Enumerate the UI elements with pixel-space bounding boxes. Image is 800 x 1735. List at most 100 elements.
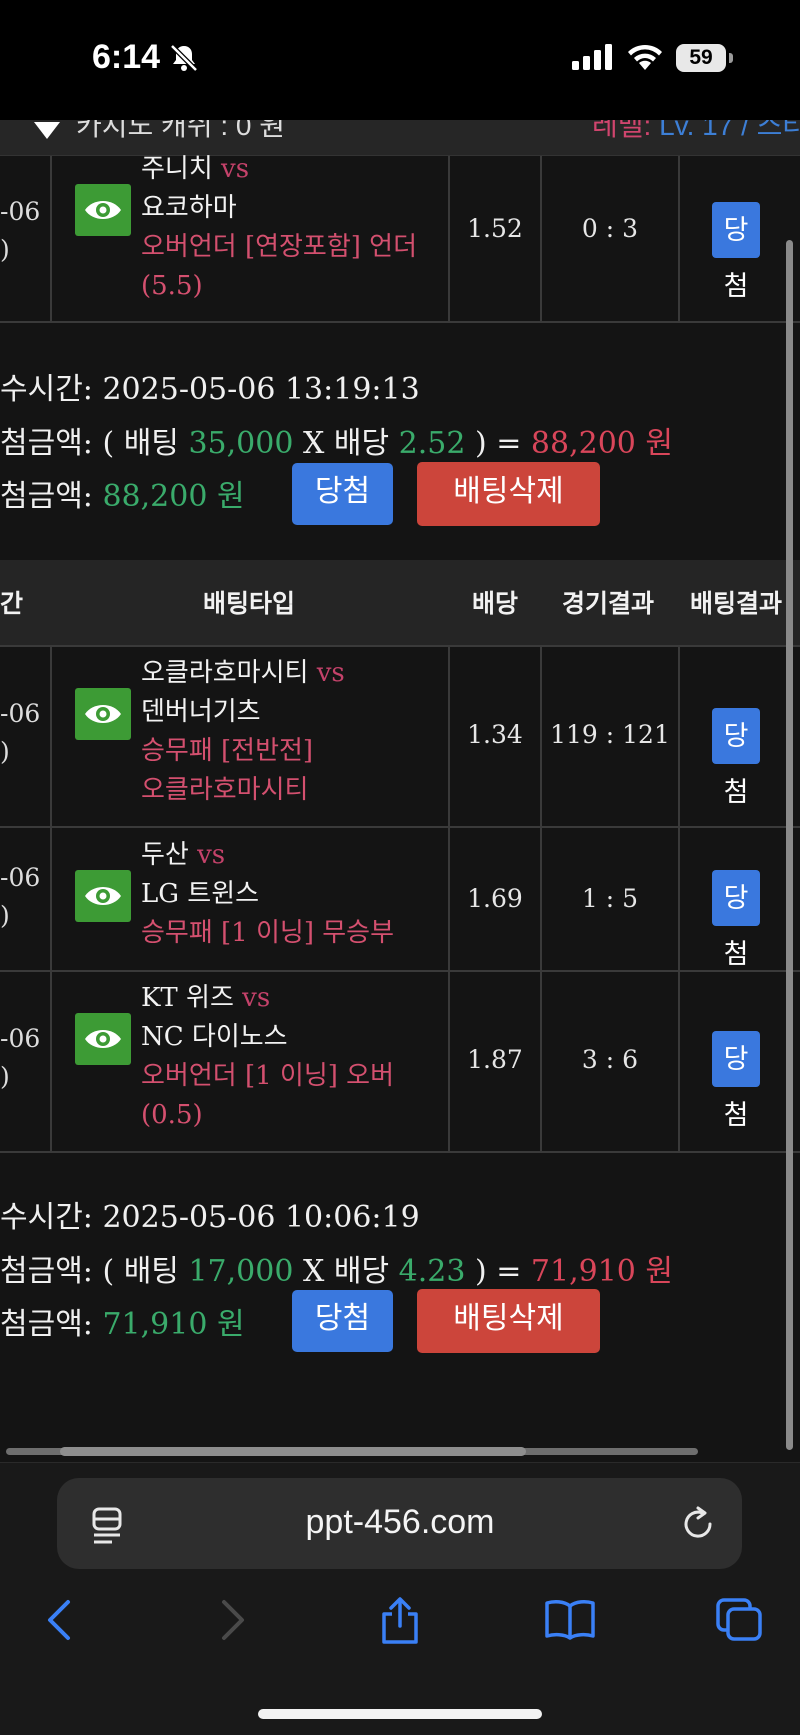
- bet-date-fragment: ): [0, 901, 10, 930]
- eye-icon[interactable]: [75, 870, 131, 922]
- home-team: 두산: [141, 840, 189, 870]
- home-team: KT 위즈: [141, 983, 234, 1013]
- battery-indicator: 59: [676, 44, 726, 72]
- bet-row: -06 ) 두산 vs LG 트윈스 승무패 [1 이닝] 무승부 1.69 1…: [0, 828, 800, 972]
- tabs-icon[interactable]: [714, 1596, 764, 1642]
- odds-value: 1.69: [467, 884, 523, 913]
- delete-bet-button[interactable]: 배팅삭제: [417, 462, 600, 526]
- delete-bet-button[interactable]: 배팅삭제: [417, 1289, 600, 1353]
- payout-amount: 71,910 원: [102, 1307, 245, 1342]
- calc-close: ) =: [474, 426, 522, 461]
- vs-label: vs: [316, 658, 345, 688]
- bet-type-detail: 오클라호마시티: [141, 775, 309, 805]
- bet-summary: 수시간: 2025-05-06 13:19:13 첨금액: ( 배팅 35,00…: [0, 322, 800, 560]
- calc-open: ( 배팅: [102, 426, 179, 461]
- stake-amount: 17,000: [188, 1254, 294, 1289]
- bet-type-detail: (0.5): [141, 1100, 203, 1130]
- eye-icon[interactable]: [75, 688, 131, 740]
- bet-time-label: 수시간:: [0, 372, 93, 407]
- away-team: 덴버너기츠: [141, 697, 261, 727]
- status-bar: 6:14 59: [0, 0, 800, 120]
- bet-date-fragment: ): [0, 235, 10, 264]
- match-score: 119 : 121: [550, 720, 670, 749]
- calc-mid: X 배당: [303, 426, 390, 461]
- payout-line: 첨금액: 71,910 원: [0, 1299, 245, 1343]
- odds-value: 1.52: [467, 214, 523, 243]
- vertical-scrollbar[interactable]: [786, 240, 793, 1450]
- cellular-signal-icon: [572, 44, 612, 70]
- bet-type: 승무패 [1 이닝] 무승부: [141, 918, 394, 948]
- bookmarks-icon[interactable]: [544, 1596, 596, 1642]
- win-button[interactable]: 당첨: [292, 1290, 393, 1352]
- home-indicator[interactable]: [258, 1709, 542, 1719]
- vs-label: vs: [197, 840, 226, 870]
- col-bet-type: 배팅타입: [203, 590, 296, 618]
- bet-date-fragment: -06: [0, 1024, 41, 1053]
- match-info: 오클라호마시티 vs 덴버너기츠 승무패 [전반전] 오클라호마시티: [141, 654, 345, 810]
- calc-label: 첨금액:: [0, 1254, 93, 1289]
- away-team: 요코하마: [141, 193, 237, 223]
- reload-icon[interactable]: [680, 1506, 716, 1542]
- casino-cash-text: 카지노 캐쉬 : 0 원: [76, 120, 286, 141]
- win-button[interactable]: 당첨: [292, 463, 393, 525]
- payout-amount: 88,200 원: [102, 479, 245, 514]
- bell-muted-icon: [170, 44, 198, 72]
- bet-date-fragment: -06: [0, 863, 41, 892]
- eye-icon[interactable]: [75, 1013, 131, 1065]
- status-time: 6:14: [92, 38, 161, 76]
- odds-value: 1.87: [467, 1045, 523, 1074]
- home-team: 오클라호마시티: [141, 658, 309, 688]
- vs-label: vs: [242, 983, 271, 1013]
- bet-row: -06 ) 주니치 vs 요코하마 오버언더 [연장포함] 언더 (5.5) 1…: [0, 154, 800, 323]
- bet-result-badge: 당첨: [712, 202, 760, 301]
- bet-result-badge: 당첨: [712, 708, 760, 807]
- bet-date-fragment: ): [0, 737, 10, 766]
- col-bet-result: 배팅결과: [690, 590, 783, 618]
- bet-type: 오버언더 [연장포함] 언더: [141, 232, 418, 262]
- bet-date-fragment: ): [0, 1062, 10, 1091]
- bet-type: 오버언더 [1 이닝] 오버: [141, 1061, 394, 1091]
- expected-amount: 71,910 원: [530, 1254, 674, 1289]
- bet-type: 승무패 [전반전]: [141, 736, 314, 766]
- match-info: 주니치 vs 요코하마 오버언더 [연장포함] 언더 (5.5): [141, 150, 417, 306]
- bet-result-badge: 당첨: [712, 870, 760, 969]
- back-icon[interactable]: [42, 1596, 78, 1644]
- calc-mid: X 배당: [303, 1254, 390, 1289]
- bet-time-line: 수시간: 2025-05-06 10:06:19: [0, 1192, 420, 1236]
- level-label: 레벨:: [592, 120, 652, 141]
- payout-line: 첨금액: 88,200 원: [0, 471, 245, 515]
- bet-result-badge: 당첨: [712, 1031, 760, 1130]
- col-match-result: 경기결과: [562, 590, 655, 618]
- share-icon[interactable]: [376, 1596, 424, 1646]
- bet-time-line: 수시간: 2025-05-06 13:19:13: [0, 364, 420, 408]
- match-score: 0 : 3: [581, 214, 639, 243]
- total-odds: 2.52: [398, 426, 466, 461]
- away-team: NC 다이노스: [141, 1022, 288, 1052]
- col-time: 간: [0, 590, 24, 618]
- battery-tip: [729, 53, 733, 63]
- match-info: KT 위즈 vs NC 다이노스 오버언더 [1 이닝] 오버 (0.5): [141, 979, 394, 1135]
- match-score: 1 : 5: [581, 884, 639, 913]
- match-score: 3 : 6: [581, 1045, 639, 1074]
- away-team: LG 트윈스: [141, 879, 260, 909]
- eye-icon[interactable]: [75, 184, 131, 236]
- calc-close: ) =: [474, 1254, 522, 1289]
- bet-summary: 수시간: 2025-05-06 10:06:19 첨금액: ( 배팅 17,00…: [0, 1150, 800, 1390]
- dropdown-triangle-icon[interactable]: [34, 122, 60, 139]
- stake-amount: 35,000: [188, 426, 294, 461]
- payout-label: 첨금액:: [0, 479, 93, 514]
- bet-row: -06 ) KT 위즈 vs NC 다이노스 오버언더 [1 이닝] 오버 (0…: [0, 971, 800, 1153]
- calc-open: ( 배팅: [102, 1254, 179, 1289]
- bet-type-detail: (5.5): [141, 271, 203, 301]
- total-odds: 4.23: [398, 1254, 466, 1289]
- home-team: 주니치: [141, 154, 213, 184]
- bet-table-header: 간 배팅타입 배당 경기결과 배팅결과: [0, 560, 800, 647]
- level-value: Lv. 17 / 스타: [659, 120, 800, 141]
- expected-payout-line: 첨금액: ( 배팅 35,000 X 배당 2.52 ) = 88,200 원: [0, 418, 673, 462]
- wifi-icon: [628, 44, 662, 70]
- bet-time-value: 2025-05-06 13:19:13: [102, 372, 420, 407]
- expected-amount: 88,200 원: [530, 426, 674, 461]
- bet-time-label: 수시간:: [0, 1200, 93, 1235]
- forward-icon[interactable]: [214, 1596, 250, 1644]
- horizontal-scrollbar[interactable]: [60, 1447, 526, 1456]
